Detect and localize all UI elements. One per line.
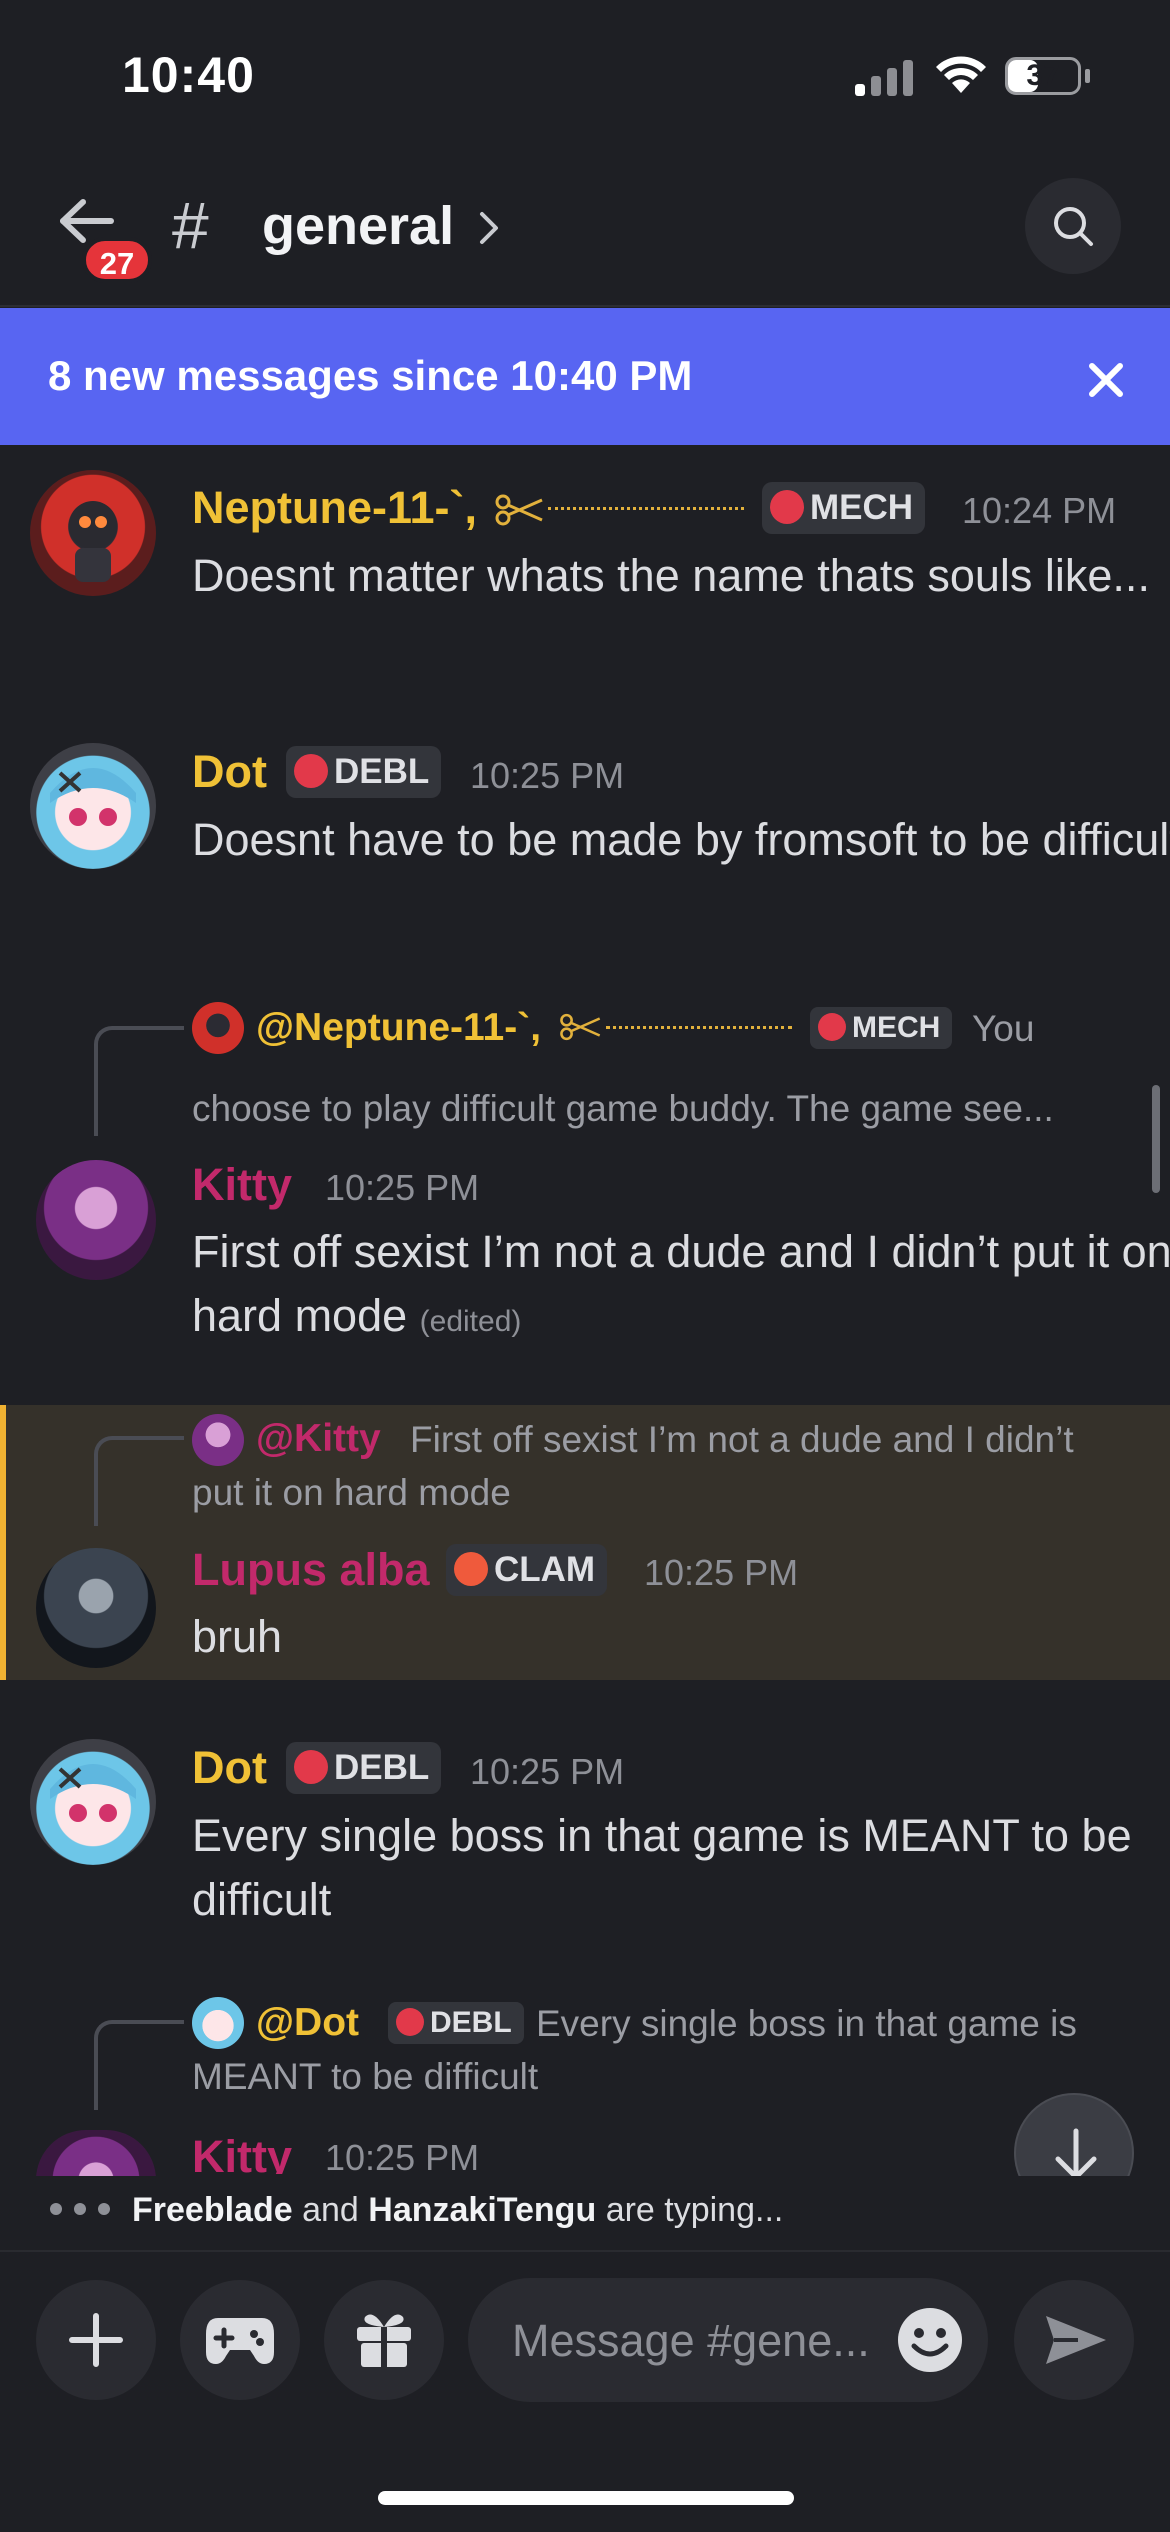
home-indicator xyxy=(378,2491,794,2505)
reply-connector xyxy=(94,2020,184,2110)
role-tag: CLAM xyxy=(446,1544,608,1596)
gamepad-icon xyxy=(206,2318,274,2364)
search-icon xyxy=(1054,207,1093,246)
battery-icon: 37 xyxy=(1005,57,1090,95)
message-timestamp: 10:25 PM xyxy=(325,1167,480,1208)
reply-preview[interactable]: You xyxy=(972,1002,1034,1056)
message-content: First off sexist I’m not a dude and I di… xyxy=(192,1220,1170,1354)
name-decoration-line xyxy=(548,507,744,510)
avatar[interactable] xyxy=(30,470,156,596)
reply-preview[interactable]: Every single boss in that game is xyxy=(536,1997,1077,2051)
avatar[interactable] xyxy=(36,2130,156,2180)
header-divider xyxy=(0,305,1170,307)
reply-preview[interactable]: choose to play difficult game buddy. The… xyxy=(192,1082,1054,1136)
fire-icon xyxy=(454,1552,488,1586)
message-text: First off sexist I’m not a dude and I di… xyxy=(192,1226,1170,1341)
chevron-right-icon[interactable] xyxy=(476,210,502,246)
role-tag: MECH xyxy=(762,482,926,534)
unread-count-badge: 27 xyxy=(82,237,152,283)
role-tag: DEBL xyxy=(388,2002,524,2044)
avatar[interactable] xyxy=(36,1548,156,1668)
cellular-signal-icon xyxy=(855,60,915,96)
message-content: Every single boss in that game is MEANT … xyxy=(192,1810,1132,1925)
emoji-icon[interactable] xyxy=(896,2306,964,2374)
message-content: bruh xyxy=(192,1611,283,1662)
message-author[interactable]: Lupus alba xyxy=(192,1543,430,1597)
scrollbar[interactable] xyxy=(1152,1085,1160,1193)
reply-preview[interactable]: First off sexist I’m not a dude and I di… xyxy=(410,1413,1074,1467)
skull-icon xyxy=(770,490,804,524)
message-timestamp: 10:24 PM xyxy=(962,490,1117,531)
status-time: 10:40 xyxy=(122,47,255,103)
new-messages-text[interactable]: 8 new messages since 10:40 PM xyxy=(48,350,692,402)
reply-avatar xyxy=(192,1414,244,1466)
wifi-icon xyxy=(936,56,986,93)
channel-hash-icon: # xyxy=(172,188,209,262)
battery-level: 37 xyxy=(1026,59,1060,92)
message-author[interactable]: Kitty xyxy=(192,2130,292,2174)
close-icon[interactable] xyxy=(1084,358,1128,402)
message-author[interactable]: Neptune-11-`, xyxy=(192,481,477,535)
message-author[interactable]: Dot xyxy=(192,745,267,799)
message-timestamp: 10:25 PM xyxy=(644,1552,799,1593)
send-icon xyxy=(1046,2316,1106,2364)
reply-avatar xyxy=(192,1002,244,1054)
search-button[interactable] xyxy=(1025,178,1121,274)
send-button[interactable] xyxy=(1014,2280,1134,2400)
message-content: Doesnt have to be made by fromsoft to be… xyxy=(192,814,1170,865)
scissors-icon xyxy=(495,494,543,526)
devil-icon xyxy=(396,2008,424,2036)
message-timestamp: 10:25 PM xyxy=(325,2137,480,2176)
reply-author[interactable]: @Kitty xyxy=(256,1414,381,1464)
activities-button[interactable] xyxy=(180,2280,300,2400)
skull-icon xyxy=(818,1013,846,1041)
avatar[interactable] xyxy=(36,1160,156,1280)
reply-connector xyxy=(94,1436,184,1526)
avatar[interactable] xyxy=(30,743,156,869)
role-tag: DEBL xyxy=(286,746,442,798)
reply-avatar xyxy=(192,1997,244,2049)
message-timestamp: 10:25 PM xyxy=(470,755,625,796)
scissors-icon xyxy=(560,1013,601,1041)
message-author[interactable]: Kitty xyxy=(192,1158,292,1212)
name-decoration-line xyxy=(606,1026,792,1029)
gift-button[interactable] xyxy=(324,2280,444,2400)
message-author[interactable]: Dot xyxy=(192,1741,267,1795)
gift-icon xyxy=(357,2314,411,2367)
add-attachment-button[interactable] xyxy=(36,2280,156,2400)
role-tag: MECH xyxy=(810,1007,953,1049)
message-timestamp: 10:25 PM xyxy=(470,1751,625,1792)
avatar[interactable] xyxy=(30,1739,156,1865)
channel-title[interactable]: general xyxy=(262,194,454,258)
mention-highlight-bar xyxy=(0,1405,6,1680)
reply-author[interactable]: @Dot xyxy=(256,1998,359,2048)
reply-preview[interactable]: MEANT to be difficult xyxy=(192,2050,538,2104)
message-input-placeholder[interactable]: Message #gene... xyxy=(512,2314,870,2368)
typing-indicator-text: Freeblade and HanzakiTengu are typing... xyxy=(132,2191,784,2229)
reply-author[interactable]: @Neptune-11-`, xyxy=(256,1003,541,1053)
role-tag: DEBL xyxy=(286,1742,442,1794)
reply-preview[interactable]: put it on hard mode xyxy=(192,1466,511,1520)
reply-connector xyxy=(94,1026,184,1136)
typing-dots-icon xyxy=(50,2199,112,2219)
devil-icon xyxy=(294,754,328,788)
devil-icon xyxy=(294,1750,328,1784)
message-content: Doesnt matter whats the name thats souls… xyxy=(192,550,1150,601)
arrow-down-icon xyxy=(1055,2128,1097,2180)
plus-icon xyxy=(69,2313,123,2367)
edited-label: (edited) xyxy=(419,1305,522,1338)
